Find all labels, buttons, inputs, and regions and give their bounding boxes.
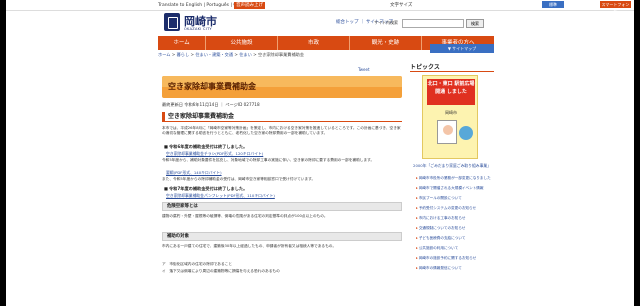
topic-link[interactable]: 公共施設の利用について <box>416 246 494 251</box>
last-updated: 最終更新日 令和6年11月14日 ｜ ページID 027718 <box>162 102 260 107</box>
sitemap-button[interactable]: ▼ サイトマップ <box>430 44 494 53</box>
pdf-link[interactable]: 空き家除却事業補助金チラシ(PDF形式、120キロバイト) <box>166 151 263 157</box>
body-paragraph: 市内にある一戸建ての住宅で、建築後30年以上経過したもの、申請者が所有者又は相続… <box>162 244 337 248</box>
banner-headline: 北口・東口 駅前広場開通 しました <box>427 79 475 105</box>
search-button[interactable]: 検索 <box>466 19 484 28</box>
font-size-label: 文字サイズ <box>390 3 413 8</box>
search-input[interactable] <box>402 19 464 28</box>
font-size-button[interactable]: 標準 <box>542 1 564 8</box>
breadcrumb-current: 空き家除却事業費補助金 <box>257 52 305 57</box>
body-paragraph: 建物の腐朽・外壁・屋根等の破損等、倒壊の危険がある住宅の判定基準の評点が100点… <box>162 214 328 218</box>
section-heading: 空き家除却事業費補助金 <box>162 112 402 122</box>
intro-paragraph: 本市では、平成26年8月に「岡崎市空家等対策計画」を策定し、市内における空き家対… <box>162 126 401 136</box>
character-icon <box>459 126 473 140</box>
body-paragraph: また、令和5年度からの除却補助金の受付は、岡崎市空き家等相談窓口で受け付けていま… <box>162 177 316 181</box>
notice-heading: 令和7年度の補助金受付は終了しました。 <box>164 186 247 192</box>
breadcrumb-item[interactable]: ホーム <box>158 52 170 57</box>
breadcrumb: ホーム > 暮らし > 住まい・建築・交通 > 住まい > 空き家除却事業費補助… <box>158 52 305 57</box>
city-emblem-icon <box>164 13 180 31</box>
search-label: サイト内検索 <box>374 20 398 25</box>
tweet-button[interactable]: Tweet <box>358 67 370 72</box>
banner-caption[interactable]: 2000年「ごみだまり家庭ごみ取り組み事業」 <box>412 163 492 168</box>
box-heading: 危険空家等とは <box>162 202 402 211</box>
page-title: 空き家除却事業費補助金 <box>162 76 402 98</box>
nav-public-facilities[interactable]: 公共施設 <box>206 36 278 50</box>
page: Translate to English | Português | Chine… <box>6 0 634 306</box>
mascot-icon <box>437 120 457 144</box>
breadcrumb-item[interactable]: 暮らし <box>177 52 190 57</box>
topics-heading: トピックス <box>410 62 494 72</box>
body-paragraph: 令和5年度から、補助対象要件を拡充し、対象地域での除却工事の実施に伴い、空き家の… <box>162 158 375 162</box>
notice-heading: 令和6年度の補助金受付は終了しました。 <box>164 144 247 150</box>
box-heading: 補助の対象 <box>162 232 402 241</box>
topic-link[interactable]: 市内における工事のお知らせ <box>416 216 494 221</box>
topic-link[interactable]: 岡崎市の情報発信について <box>416 266 494 271</box>
nav-tourism[interactable]: 観光・史跡 <box>350 36 422 50</box>
topic-link[interactable]: 岡崎市の施設予約に関するお知らせ <box>416 256 494 261</box>
topic-link[interactable]: 予約受付システムの変更のお知らせ <box>416 206 494 211</box>
list-item: ア 市街化区域内の住宅の除却であること <box>162 262 233 266</box>
topic-link[interactable]: 岡崎市市役所の業務が一部変更になりました <box>416 176 494 181</box>
list-item: イ 落下又は倒壊により周辺の建築物等に損傷を与える恐れのあるもの <box>162 269 280 273</box>
banner-text: 岡崎市 <box>445 110 457 115</box>
nav-city-government[interactable]: 市政 <box>278 36 350 50</box>
topic-link[interactable]: 岡崎市で開催される大規模イベント情報 <box>416 186 494 191</box>
breadcrumb-item[interactable]: 住まい・建築・交通 <box>195 52 233 57</box>
nav-home[interactable]: ホーム <box>158 36 206 50</box>
smartphone-button[interactable]: スマートフォン版 <box>600 1 631 14</box>
pdf-link[interactable]: 要綱(PDF形式、140キロバイト) <box>166 170 222 176</box>
page-title-text: 空き家除却事業費補助金 <box>168 82 256 91</box>
topic-link[interactable]: 子ども医療費の支給について <box>416 236 494 241</box>
breadcrumb-item[interactable]: 住まい <box>239 52 252 57</box>
topic-link[interactable]: 交通規制についてのお知らせ <box>416 226 494 231</box>
logo-subtitle: OKAZAKI CITY <box>184 27 212 31</box>
pdf-link[interactable]: 空き家除却事業補助金パンフレット(PDF形式、110キロバイト) <box>166 193 275 199</box>
topics-banner[interactable]: 北口・東口 駅前広場開通 しました 岡崎市 <box>422 75 478 159</box>
topic-link[interactable]: 市民プールの開設について <box>416 196 494 201</box>
speech-button[interactable]: 音声読み上げ <box>234 2 265 9</box>
top-utility-bar: Translate to English | Português | Chine… <box>6 0 634 14</box>
